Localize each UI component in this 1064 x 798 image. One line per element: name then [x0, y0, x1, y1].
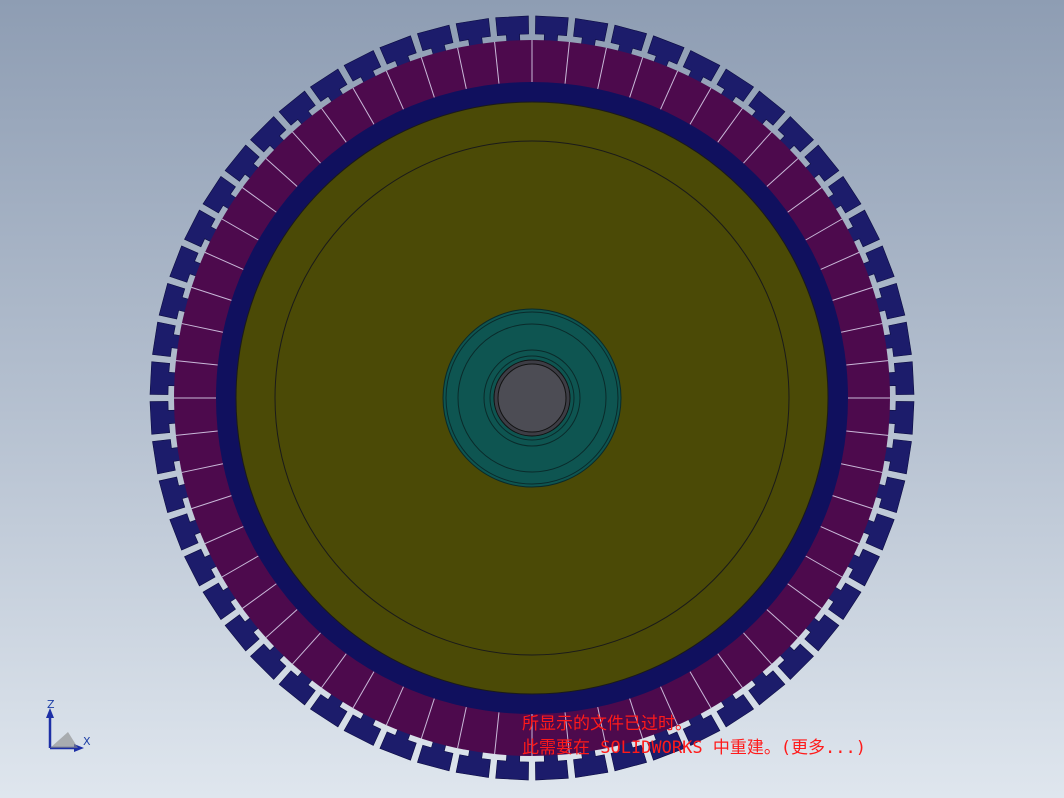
- rebuild-warning-line2[interactable]: 此需要在 SOLIDWORKS 中重建。(更多...): [522, 736, 962, 760]
- axis-z-label: Z: [47, 698, 55, 711]
- rebuild-warning-line1: 所显示的文件已过时。: [522, 714, 692, 734]
- axis-x-label: X: [83, 735, 91, 748]
- axis-triad: Z X: [38, 696, 108, 766]
- motor-model[interactable]: [0, 0, 1064, 798]
- graphics-viewport[interactable]: Z X 所显示的文件已过时。 此需要在 SOLIDWORKS 中重建。(更多..…: [0, 0, 1064, 798]
- rebuild-warning[interactable]: 所显示的文件已过时。 此需要在 SOLIDWORKS 中重建。(更多...): [522, 712, 962, 760]
- shaft: [497, 363, 567, 433]
